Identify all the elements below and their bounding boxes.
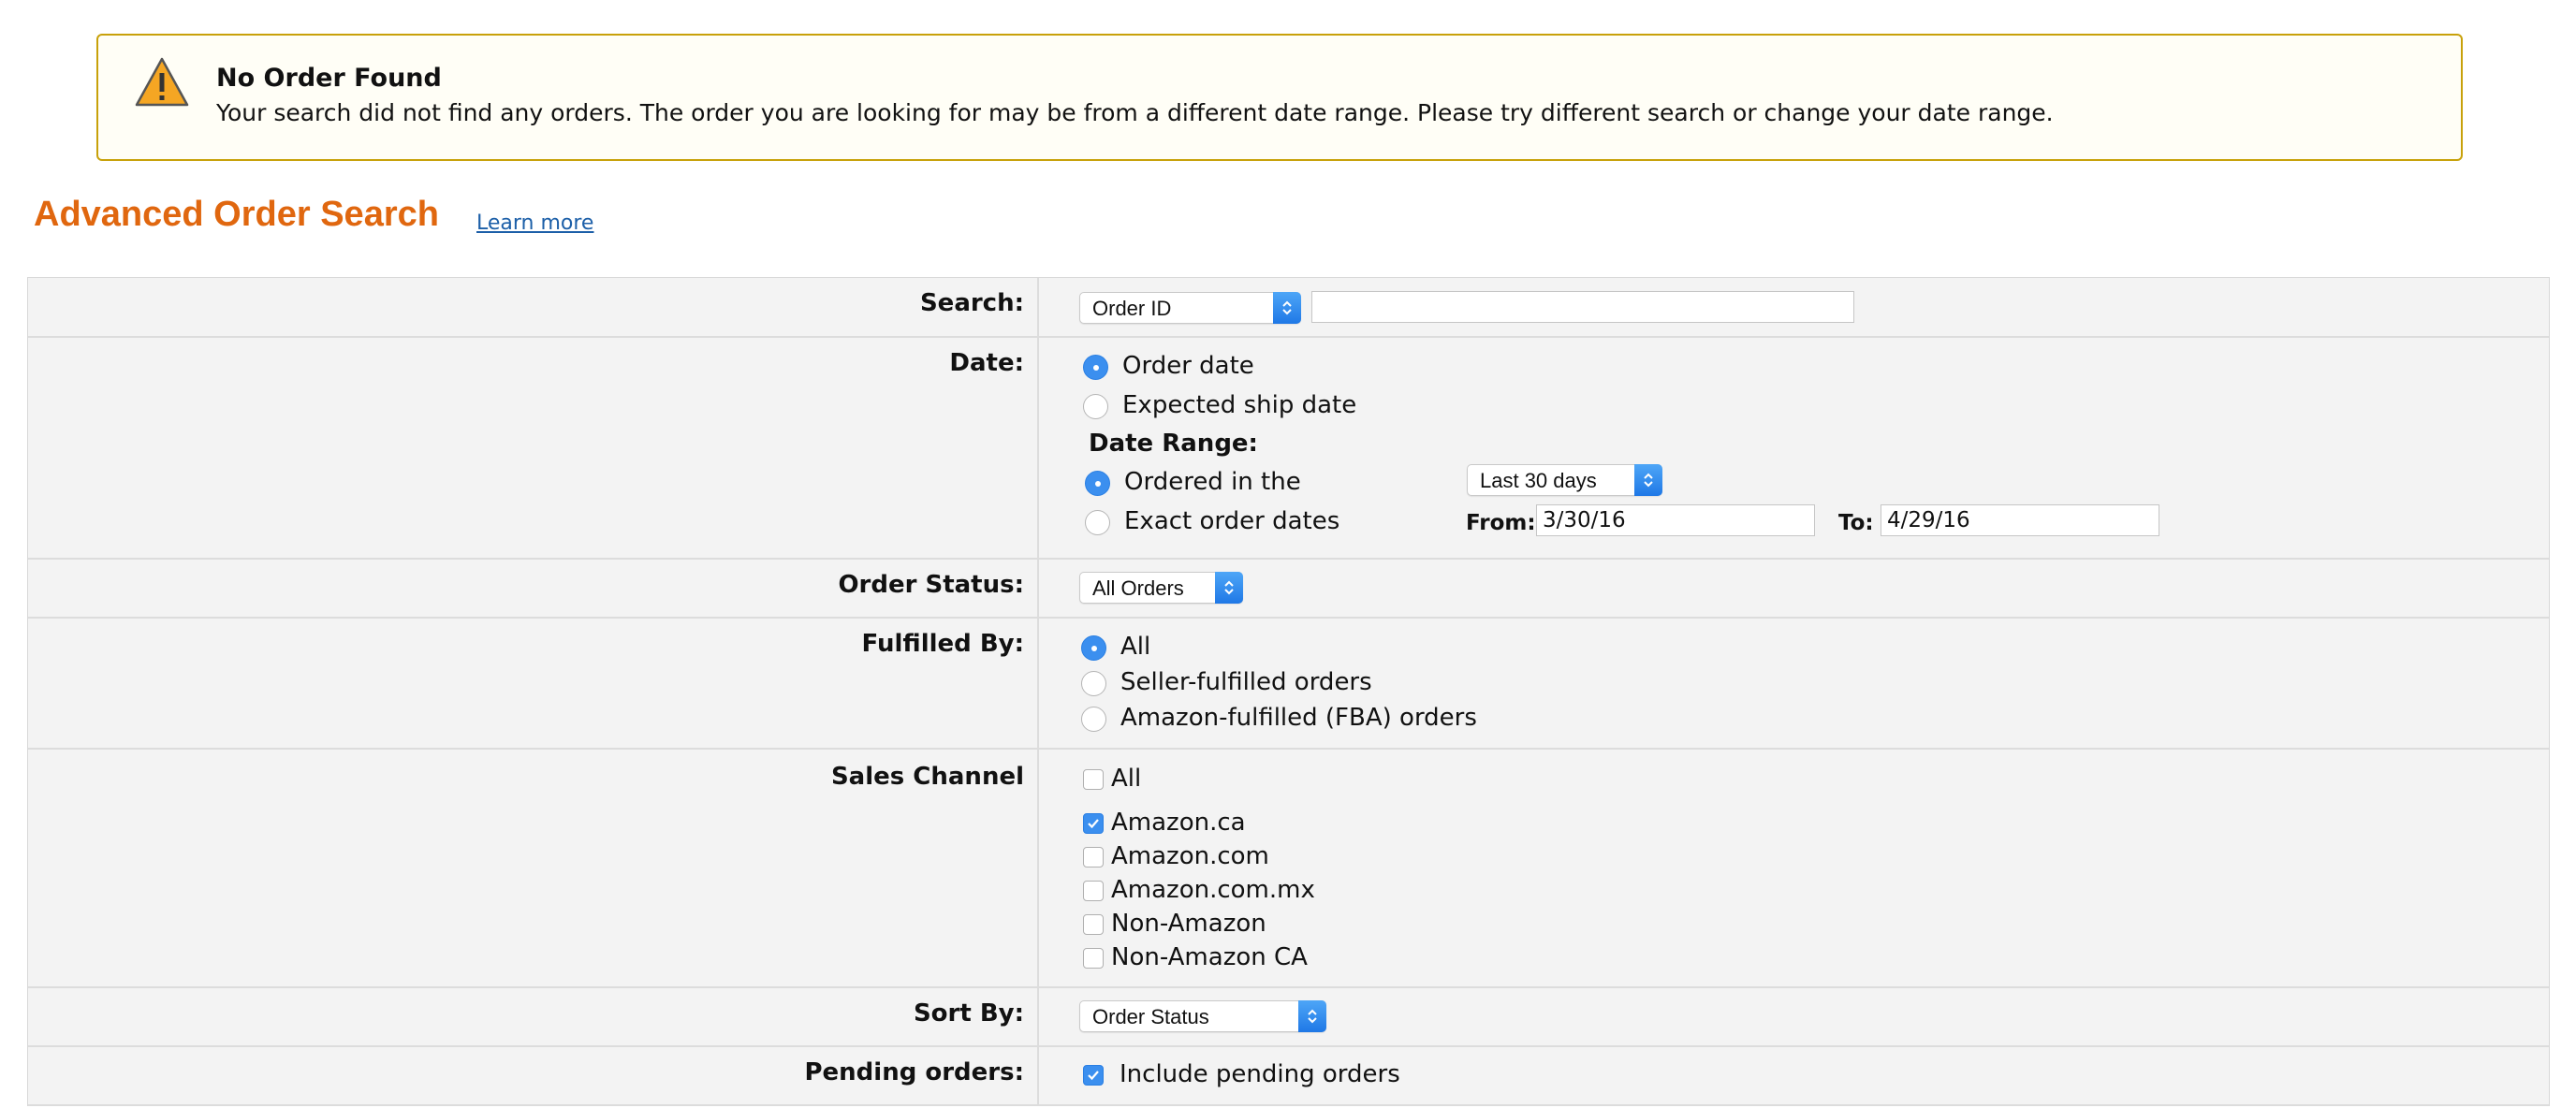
include-pending-label: Include pending orders (1120, 1060, 1400, 1088)
date-period-value: Last 30 days (1480, 469, 1597, 492)
expected-ship-date-radio[interactable] (1083, 394, 1108, 419)
ordered-in-the-label: Ordered in the (1124, 468, 1301, 496)
search-row: Search: Order ID (28, 278, 2549, 338)
ordered-in-the-radio[interactable] (1085, 471, 1110, 496)
fulfilled-by-row: Fulfilled By: All Seller-fulfilled order… (28, 619, 2549, 750)
channel-all-label: All (1111, 765, 1142, 793)
channel-amazon-com-mx-checkbox[interactable] (1083, 881, 1104, 901)
channel-amazon-com-mx-label: Amazon.com.mx (1111, 876, 1315, 904)
date-range-label: Date Range: (1089, 430, 1258, 458)
date-row: Date: Order date Expected ship date Date… (28, 338, 2549, 560)
order-status-row: Order Status: All Orders (28, 560, 2549, 619)
channel-non-amazon-ca-label: Non-Amazon CA (1111, 943, 1308, 971)
from-label: From: (1466, 511, 1536, 535)
order-status-value: All Orders (1092, 576, 1184, 600)
pending-orders-row: Pending orders: Include pending orders (28, 1047, 2549, 1106)
date-period-select[interactable]: Last 30 days (1467, 464, 1662, 496)
exact-order-dates-radio[interactable] (1085, 510, 1110, 535)
sort-by-row: Sort By: Order Status (28, 988, 2549, 1047)
date-label: Date: (949, 349, 1024, 377)
chevron-updown-icon (1273, 292, 1301, 324)
sales-channel-label: Sales Channel (830, 763, 1024, 791)
channel-amazon-ca-label: Amazon.ca (1111, 809, 1246, 837)
sort-by-label: Sort By: (913, 999, 1024, 1028)
learn-more-link[interactable]: Learn more (476, 211, 593, 235)
amazon-fulfilled-label: Amazon-fulfilled (FBA) orders (1120, 704, 1477, 732)
channel-non-amazon-checkbox[interactable] (1083, 914, 1104, 935)
no-order-alert: No Order Found Your search did not find … (96, 34, 2463, 161)
seller-fulfilled-label: Seller-fulfilled orders (1120, 668, 1372, 696)
channel-amazon-com-label: Amazon.com (1111, 842, 1269, 870)
alert-message: Your search did not find any orders. The… (216, 99, 2054, 126)
seller-fulfilled-radio[interactable] (1081, 671, 1106, 696)
chevron-updown-icon (1215, 572, 1243, 604)
order-status-select[interactable]: All Orders (1079, 572, 1243, 604)
search-type-select[interactable]: Order ID (1079, 292, 1301, 324)
search-type-value: Order ID (1092, 297, 1172, 320)
chevron-updown-icon (1634, 464, 1662, 496)
expected-ship-date-label: Expected ship date (1122, 391, 1357, 419)
fulfilled-all-radio[interactable] (1081, 635, 1106, 661)
search-input[interactable] (1311, 291, 1854, 323)
order-status-label: Order Status: (838, 571, 1024, 599)
to-date-input[interactable] (1881, 504, 2159, 536)
from-date-input[interactable] (1536, 504, 1815, 536)
warning-icon (135, 57, 189, 107)
fulfilled-all-label: All (1120, 633, 1151, 661)
alert-title: No Order Found (216, 64, 442, 93)
sort-by-select[interactable]: Order Status (1079, 1000, 1326, 1032)
include-pending-checkbox[interactable] (1083, 1065, 1104, 1086)
page-title: Advanced Order Search (34, 195, 439, 234)
channel-non-amazon-ca-checkbox[interactable] (1083, 948, 1104, 969)
exact-order-dates-label: Exact order dates (1124, 507, 1340, 535)
search-label: Search: (919, 289, 1024, 317)
order-search-form: Search: Order ID Date: Order date Expect… (27, 277, 2550, 1106)
to-label: To: (1838, 511, 1874, 535)
order-date-label: Order date (1122, 352, 1254, 380)
channel-amazon-com-checkbox[interactable] (1083, 847, 1104, 867)
order-date-radio[interactable] (1083, 355, 1108, 380)
amazon-fulfilled-radio[interactable] (1081, 707, 1106, 732)
chevron-updown-icon (1298, 1000, 1326, 1032)
channel-amazon-ca-checkbox[interactable] (1083, 813, 1104, 834)
channel-all-checkbox[interactable] (1083, 769, 1104, 790)
pending-orders-label: Pending orders: (804, 1058, 1024, 1086)
channel-non-amazon-label: Non-Amazon (1111, 910, 1266, 938)
sort-by-value: Order Status (1092, 1005, 1209, 1028)
fulfilled-by-label: Fulfilled By: (861, 630, 1024, 658)
sales-channel-row: Sales Channel All Amazon.ca Amazon.com A… (28, 750, 2549, 988)
